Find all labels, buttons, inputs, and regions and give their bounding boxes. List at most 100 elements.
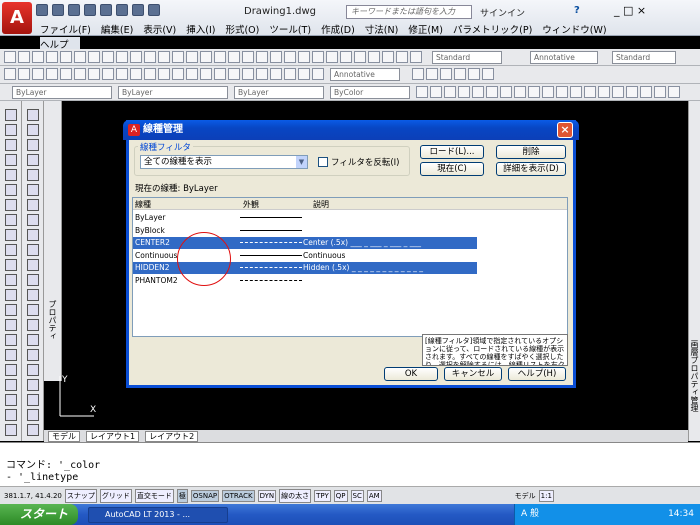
close-icon[interactable]: × <box>557 122 573 138</box>
toolbar-tool-icon[interactable] <box>172 51 184 63</box>
toolbar-tool-icon[interactable] <box>60 68 72 80</box>
toolbar-tool-icon[interactable] <box>74 68 86 80</box>
show-details-button[interactable]: 詳細を表示(D) <box>496 162 566 176</box>
toolbar-tool-icon[interactable] <box>4 51 16 63</box>
toolbar-tool-icon[interactable] <box>472 86 484 98</box>
menu-item-3[interactable]: 挿入(I) <box>186 22 215 36</box>
draw-tool-icon[interactable] <box>27 244 39 256</box>
menu-item-0[interactable]: ファイル(F) <box>40 22 91 36</box>
modify-tool-icon[interactable] <box>5 184 17 196</box>
menu-item-10[interactable]: ウィンドウ(W) <box>542 22 606 36</box>
toolbar-tool-icon[interactable] <box>172 68 184 80</box>
modify-tool-icon[interactable] <box>5 364 17 376</box>
toolbar-tool-icon[interactable] <box>144 68 156 80</box>
draw-tool-icon[interactable] <box>27 319 39 331</box>
chevron-down-icon[interactable]: ▼ <box>296 156 307 168</box>
toolbar-tool-icon[interactable] <box>570 86 582 98</box>
search-input[interactable]: キーワードまたは語句を入力 <box>346 5 472 19</box>
toolbar-tool-icon[interactable] <box>584 86 596 98</box>
toolbar-tool-icon[interactable] <box>116 68 128 80</box>
draw-tool-icon[interactable] <box>27 139 39 151</box>
new-file-icon[interactable] <box>36 4 48 16</box>
ime-indicator[interactable]: A 般 <box>521 509 539 519</box>
toolbar-tool-icon[interactable] <box>60 51 72 63</box>
status-polar[interactable]: 極 <box>176 488 188 503</box>
toolbar-tool-icon[interactable] <box>312 68 324 80</box>
status-am[interactable]: AM <box>366 489 382 502</box>
toolbar-tool-icon[interactable] <box>382 51 394 63</box>
invert-filter-checkbox[interactable] <box>318 157 328 167</box>
lineweight-combo[interactable]: ByLayer <box>234 86 324 99</box>
toolbar-tool-icon[interactable] <box>500 86 512 98</box>
tab-layout2[interactable]: レイアウト2 <box>145 430 199 442</box>
ok-button[interactable]: OK <box>384 367 438 381</box>
modify-tool-icon[interactable] <box>5 334 17 346</box>
toolbar-tool-icon[interactable] <box>598 86 610 98</box>
toolbar-tool-icon[interactable] <box>556 86 568 98</box>
draw-tool-icon[interactable] <box>27 424 39 436</box>
undo-icon[interactable] <box>132 4 144 16</box>
toolbar-tool-icon[interactable] <box>486 86 498 98</box>
toolbar-tool-icon[interactable] <box>228 51 240 63</box>
toolbar-tool-icon[interactable] <box>514 86 526 98</box>
toolbar-tool-icon[interactable] <box>298 51 310 63</box>
status-sc[interactable]: SC <box>350 489 364 502</box>
draw-tool-icon[interactable] <box>27 364 39 376</box>
sign-in-link[interactable]: サインイン <box>480 6 525 19</box>
modify-tool-icon[interactable] <box>5 394 17 406</box>
toolbar-tool-icon[interactable] <box>116 51 128 63</box>
annotation-scale[interactable]: 1:1 <box>538 489 554 502</box>
toolbar-tool-icon[interactable] <box>186 68 198 80</box>
draw-tool-icon[interactable] <box>27 304 39 316</box>
modify-tool-icon[interactable] <box>5 259 17 271</box>
header-appearance[interactable]: 外観 <box>243 199 259 210</box>
toolbar-tool-icon[interactable] <box>284 51 296 63</box>
tab-layout1[interactable]: レイアウト1 <box>86 430 140 442</box>
toolbar-tool-icon[interactable] <box>214 51 226 63</box>
toolbar-tool-icon[interactable] <box>416 86 428 98</box>
plot-icon[interactable] <box>100 4 112 16</box>
toolbar-tool-icon[interactable] <box>468 68 480 80</box>
toolbar-tool-icon[interactable] <box>298 68 310 80</box>
toolbar-tool-icon[interactable] <box>158 68 170 80</box>
menu-item-4[interactable]: 形式(O) <box>225 22 259 36</box>
toolbar-tool-icon[interactable] <box>186 51 198 63</box>
toolbar-tool-icon[interactable] <box>640 86 652 98</box>
draw-tool-icon[interactable] <box>27 229 39 241</box>
help-icon[interactable]: ? <box>574 5 590 19</box>
text-style-combo[interactable]: Standard <box>432 51 502 64</box>
command-input[interactable]: - '_linetype <box>6 472 78 483</box>
taskbar-autocad-item[interactable]: AutoCAD LT 2013 - ... <box>88 507 228 523</box>
toolbar-tool-icon[interactable] <box>626 86 638 98</box>
header-description[interactable]: 説明 <box>313 199 329 210</box>
draw-tool-icon[interactable] <box>27 169 39 181</box>
status-qp[interactable]: QP <box>333 489 348 502</box>
status-lwt[interactable]: 線の太さ <box>279 488 312 503</box>
header-linetype[interactable]: 線種 <box>135 199 151 210</box>
toolbar-tool-icon[interactable] <box>426 68 438 80</box>
modify-tool-icon[interactable] <box>5 199 17 211</box>
modify-tool-icon[interactable] <box>5 124 17 136</box>
toolbar-tool-icon[interactable] <box>32 51 44 63</box>
draw-tool-icon[interactable] <box>27 289 39 301</box>
toolbar-tool-icon[interactable] <box>270 68 282 80</box>
draw-tool-icon[interactable] <box>27 349 39 361</box>
menu-item-5[interactable]: ツール(T) <box>269 22 311 36</box>
toolbar-tool-icon[interactable] <box>368 51 380 63</box>
modify-tool-icon[interactable] <box>5 409 17 421</box>
draw-tool-icon[interactable] <box>27 124 39 136</box>
toolbar-tool-icon[interactable] <box>482 68 494 80</box>
menu-item-help[interactable]: ヘルプ(H) <box>40 37 80 62</box>
status-osnap[interactable]: OSNAP <box>190 489 220 502</box>
toolbar-tool-icon[interactable] <box>144 51 156 63</box>
save-as-icon[interactable] <box>84 4 96 16</box>
tab-model[interactable]: モデル <box>48 430 80 442</box>
toolbar-tool-icon[interactable] <box>242 51 254 63</box>
modify-tool-icon[interactable] <box>5 109 17 121</box>
modify-tool-icon[interactable] <box>5 154 17 166</box>
status-grid[interactable]: グリッド <box>99 488 132 503</box>
redo-icon[interactable] <box>148 4 160 16</box>
modify-tool-icon[interactable] <box>5 349 17 361</box>
help-button[interactable]: ヘルプ(H) <box>508 367 566 381</box>
toolbar-tool-icon[interactable] <box>458 86 470 98</box>
